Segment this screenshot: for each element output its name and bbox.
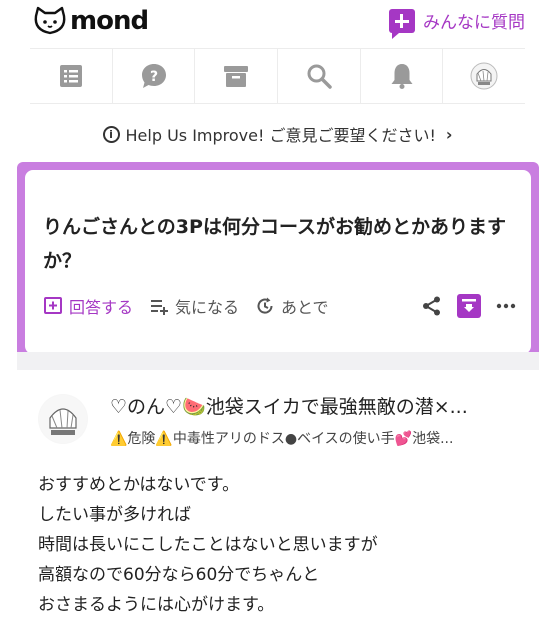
nav-profile[interactable]	[443, 49, 525, 103]
later-button-label: あとで	[281, 298, 329, 317]
list-icon	[59, 65, 82, 87]
section-divider	[17, 352, 539, 370]
share-icon[interactable]	[421, 295, 443, 317]
help-improve-text: Help Us Improve! ご意見ご要望ください!	[125, 126, 436, 145]
interest-button[interactable]: 気になる	[149, 294, 239, 318]
nav-search[interactable]	[278, 49, 361, 103]
bell-icon	[391, 64, 413, 89]
logo-wordmark: mond	[70, 6, 149, 36]
list-add-icon	[151, 300, 169, 315]
question-actions: 回答する 気になる あとで	[43, 292, 517, 320]
answer-button-label: 回答する	[69, 298, 134, 317]
answer-line: おすすめとかはないです。	[38, 475, 240, 495]
info-icon: i	[102, 125, 120, 143]
answerer-bio: ⚠️危険⚠️中毒性アリのドス●ベイスの使い手💕池袋...	[110, 431, 454, 447]
archive-icon	[224, 66, 249, 87]
user-avatar-icon	[470, 62, 498, 90]
ask-everyone-label: みんなに質問	[423, 13, 525, 33]
chevron-right-icon: ›	[445, 124, 453, 144]
add-question-icon	[389, 8, 415, 39]
app-header: mond みんなに質問	[0, 0, 555, 44]
question-text[interactable]: りんごさんとの3Pは何分コースがお勧めとかありますか？	[43, 210, 519, 278]
answerer-name[interactable]: ♡のん♡🍉池袋スイカで最強無敵の潜×...	[110, 392, 530, 419]
answer-plus-icon	[44, 297, 62, 314]
answer-line: おさまるようには心がけます。	[38, 595, 275, 615]
main-nav: ?	[30, 48, 525, 104]
question-card-body: りんごさんとの3Pは何分コースがお勧めとかありますか？ 回答する 気になる あと…	[25, 170, 531, 354]
search-icon	[307, 64, 332, 89]
mond-logo[interactable]: mond	[32, 6, 149, 36]
answer-line: 高額なので60分なら60分でちゃんと	[38, 565, 320, 585]
answer-line: 時間は長いにこしたことはないと思いますが	[38, 535, 378, 555]
nav-questions[interactable]: ?	[113, 49, 196, 103]
later-button[interactable]: あとで	[255, 294, 329, 318]
answer-line: したい事が多ければ	[38, 505, 191, 525]
interest-button-label: 気になる	[175, 298, 240, 317]
help-improve-link[interactable]: i Help Us Improve! ご意見ご要望ください! ›	[0, 120, 555, 148]
more-options-icon[interactable]	[495, 295, 517, 317]
archive-down-icon[interactable]	[457, 294, 481, 318]
nav-notifications[interactable]	[361, 49, 444, 103]
question-card: りんごさんとの3Pは何分コースがお勧めとかありますか？ 回答する 気になる あと…	[17, 162, 539, 362]
nav-timeline[interactable]	[30, 49, 113, 103]
answer-text: おすすめとかはないです。 したい事が多ければ 時間は長いにこしたことはないと思い…	[38, 470, 528, 620]
svg-text:?: ?	[149, 69, 157, 85]
ask-everyone-button[interactable]: みんなに質問	[389, 8, 525, 39]
question-bubble-icon: ?	[141, 64, 166, 88]
question-tools	[421, 294, 517, 318]
clock-rewind-icon	[257, 297, 273, 314]
answer-button[interactable]: 回答する	[43, 294, 133, 318]
answerer-avatar[interactable]	[38, 394, 88, 444]
cat-logo-icon	[34, 6, 66, 35]
nav-archive[interactable]	[195, 49, 279, 103]
